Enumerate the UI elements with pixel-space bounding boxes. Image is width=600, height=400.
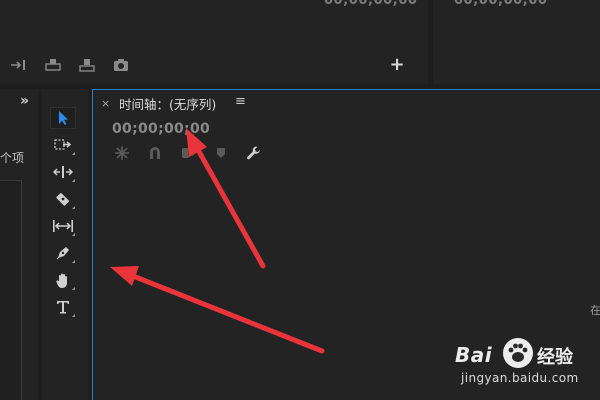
slip-icon [53,220,73,232]
pen-icon [56,247,69,260]
paw-logo-icon [503,338,533,368]
add-button[interactable]: + [388,56,406,74]
razor-icon [56,193,69,206]
arrow-cursor-icon [59,111,68,125]
pen-tool[interactable] [50,242,76,264]
slip-tool[interactable] [50,215,76,237]
watermark-logo-text: Bai [455,343,493,367]
ripple-edit-icon [53,166,73,178]
hand-icon [56,273,67,288]
timeline-toolbar [112,144,264,162]
project-item-count-text: 个项 [0,151,25,165]
type-icon [57,301,69,314]
camera-icon[interactable] [110,56,132,74]
monitor-toolbar [8,56,132,74]
timeline-drop-hint-text: 在 [590,304,600,317]
project-list-area[interactable] [0,180,22,400]
nest-icon[interactable] [112,144,132,162]
track-select-tool[interactable] [50,134,76,156]
razor-tool[interactable] [50,188,76,210]
timeline-tab-title[interactable]: 时间轴：(无序列) [119,94,216,113]
watermark-brand-text: 经验 [537,347,573,368]
panel-expand-chevron-icon[interactable]: » [20,94,36,108]
linked-selection-icon[interactable] [178,144,198,162]
marker-icon[interactable] [211,144,231,162]
hand-tool[interactable] [50,269,76,291]
wrench-icon[interactable] [244,144,264,162]
insert-icon[interactable] [8,56,30,74]
track-select-icon [54,139,72,150]
timeline-menu-icon[interactable]: ≡ [235,94,246,109]
timeline-playhead-timecode[interactable]: 00;00;00;00 [112,121,210,137]
snap-magnet-icon[interactable] [145,144,165,162]
selection-tool[interactable] [50,107,76,129]
watermark-url-text: jingyan.baidu.com [461,371,579,385]
ripple-edit-tool[interactable] [50,161,76,183]
program-timecode: 00;00;00;00 [324,0,418,8]
baidu-jingyan-watermark: Bai 经验 jingyan.baidu.com [455,335,600,395]
lift-icon[interactable] [42,56,64,74]
secondary-monitor-panel [433,0,600,84]
secondary-timecode: 00;00;00;00 [454,0,548,8]
extract-icon[interactable] [76,56,98,74]
type-tool[interactable] [50,296,76,318]
timeline-close-button[interactable]: × [101,97,110,110]
